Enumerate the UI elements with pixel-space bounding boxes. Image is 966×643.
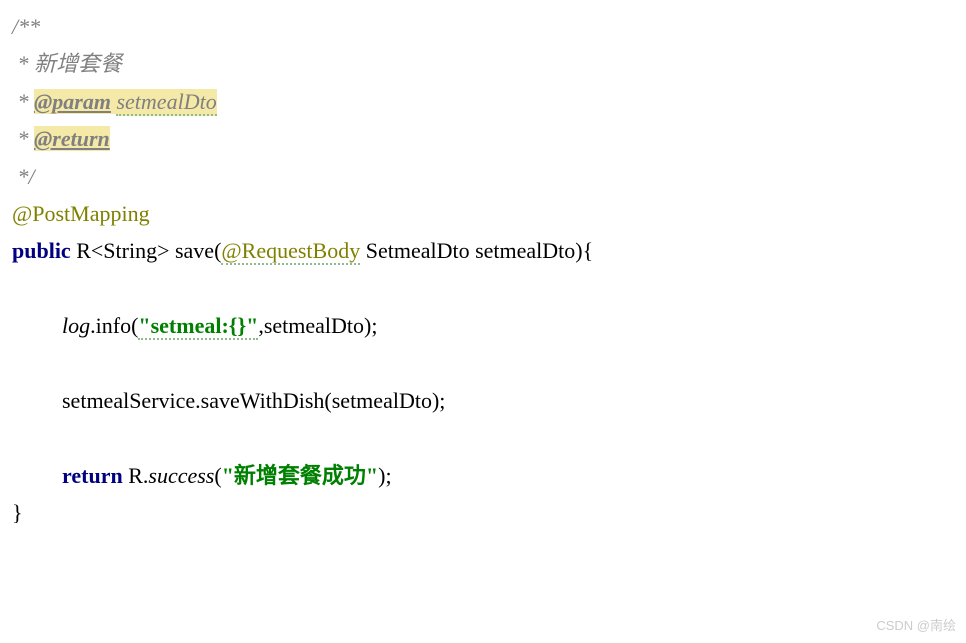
log-var: log (62, 313, 90, 338)
comment-text: /** (12, 14, 40, 39)
service-call-line: setmealService.saveWithDish(setmealDto); (12, 382, 954, 419)
comment-prefix: * (12, 51, 34, 76)
log-args: ,setmealDto); (258, 313, 377, 338)
javadoc-close: */ (12, 158, 954, 195)
annotation-line: @PostMapping (12, 195, 954, 232)
comment-prefix: * (12, 89, 34, 114)
javadoc-line-return: * @return (12, 120, 954, 157)
paren-open: ( (214, 463, 221, 488)
success-string: "新增套餐成功" (222, 463, 378, 488)
javadoc-line-param: * @param setmealDto (12, 83, 954, 120)
close-brace-line: } (12, 494, 954, 531)
javadoc-line-desc: * 新增套餐 (12, 45, 954, 82)
comment-prefix: * (12, 126, 34, 151)
watermark: CSDN @南绘 (876, 615, 956, 637)
post-mapping-annotation: @PostMapping (12, 201, 150, 226)
log-string: "setmeal:{}" (138, 313, 258, 340)
javadoc-open: /** (12, 8, 954, 45)
close-brace: } (12, 500, 23, 525)
param-name: setmealDto (116, 89, 216, 116)
return-tag: @return (34, 126, 110, 151)
return-keyword: return (62, 463, 123, 488)
comment-text: */ (12, 164, 35, 189)
success-method: success (148, 463, 214, 488)
return-line: return R.success("新增套餐成功"); (12, 457, 954, 494)
service-call: setmealService.saveWithDish(setmealDto); (62, 388, 445, 413)
requestbody-annotation: @RequestBody (221, 238, 360, 265)
blank-line (12, 419, 954, 456)
log-method: .info( (90, 313, 138, 338)
method-params: SetmealDto setmealDto){ (360, 238, 593, 263)
blank-line (12, 345, 954, 382)
paren-close: ); (378, 463, 391, 488)
method-signature: public R<String> save(@RequestBody Setme… (12, 232, 954, 269)
comment-desc: 新增套餐 (34, 51, 122, 76)
log-line: log.info("setmeal:{}",setmealDto); (12, 307, 954, 344)
blank-line (12, 270, 954, 307)
return-type: R<String> save( (71, 238, 222, 263)
public-keyword: public (12, 238, 71, 263)
return-mid: R. (123, 463, 149, 488)
param-tag: @param (34, 89, 111, 114)
